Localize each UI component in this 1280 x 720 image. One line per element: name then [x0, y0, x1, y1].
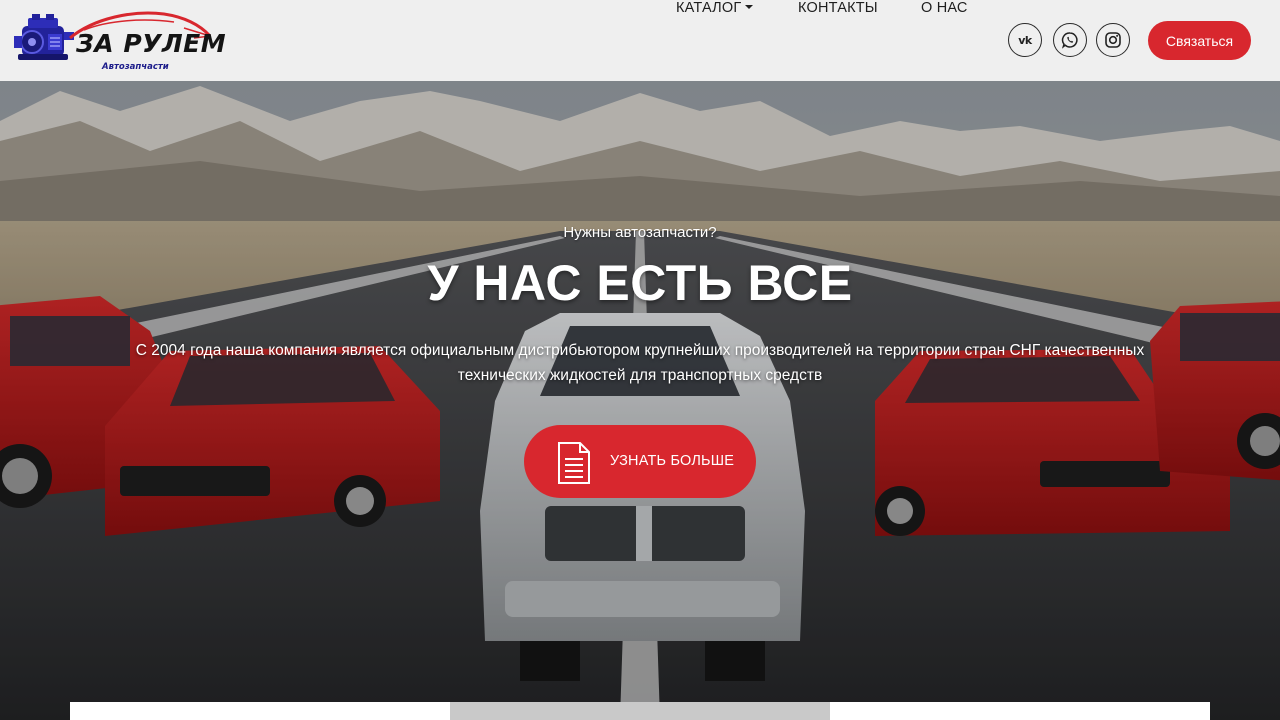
nav-item-catalog-label: КАТАЛОГ — [676, 0, 742, 16]
brand-name: ЗА РУЛЕМ — [76, 29, 227, 58]
hero-title: У НАС ЕСТЬ ВСЕ — [427, 255, 853, 311]
vk-icon: vk — [1018, 33, 1032, 47]
feature-card-3[interactable] — [830, 702, 1210, 720]
feature-card-1[interactable] — [70, 702, 450, 720]
hero-pretitle: Нужны автозапчасти? — [563, 224, 717, 241]
nav-item-about-label: О НАС — [921, 0, 968, 16]
feature-card-2[interactable] — [450, 702, 830, 720]
whatsapp-icon — [1061, 32, 1078, 49]
brand-logo[interactable]: ЗА РУЛЕМ Автозапчасти — [14, 6, 226, 72]
brand-tagline: Автозапчасти — [102, 62, 169, 72]
hero-overlay — [0, 81, 1280, 720]
site-header: ЗА РУЛЕМ Автозапчасти КАТАЛОГ КОНТАКТЫ О… — [0, 0, 1280, 81]
nav-item-about[interactable]: О НАС — [921, 0, 968, 20]
whatsapp-link[interactable] — [1053, 23, 1087, 57]
hero-section: Нужны автозапчасти? У НАС ЕСТЬ ВСЕ С 200… — [0, 81, 1280, 720]
contact-button[interactable]: Связаться — [1148, 21, 1251, 60]
instagram-icon — [1105, 32, 1121, 48]
instagram-link[interactable] — [1096, 23, 1130, 57]
caret-down-icon — [745, 5, 754, 9]
document-icon — [558, 442, 590, 484]
vk-link[interactable]: vk — [1008, 23, 1042, 57]
learn-more-label: УЗНАТЬ БОЛЬШЕ — [610, 453, 735, 469]
nav-item-contacts[interactable]: КОНТАКТЫ — [798, 0, 878, 20]
learn-more-button[interactable]: УЗНАТЬ БОЛЬШЕ — [524, 425, 756, 498]
nav-item-contacts-label: КОНТАКТЫ — [798, 0, 878, 16]
hero-description: С 2004 года наша компания является офици… — [135, 342, 1145, 384]
nav-item-catalog[interactable]: КАТАЛОГ — [676, 0, 754, 20]
